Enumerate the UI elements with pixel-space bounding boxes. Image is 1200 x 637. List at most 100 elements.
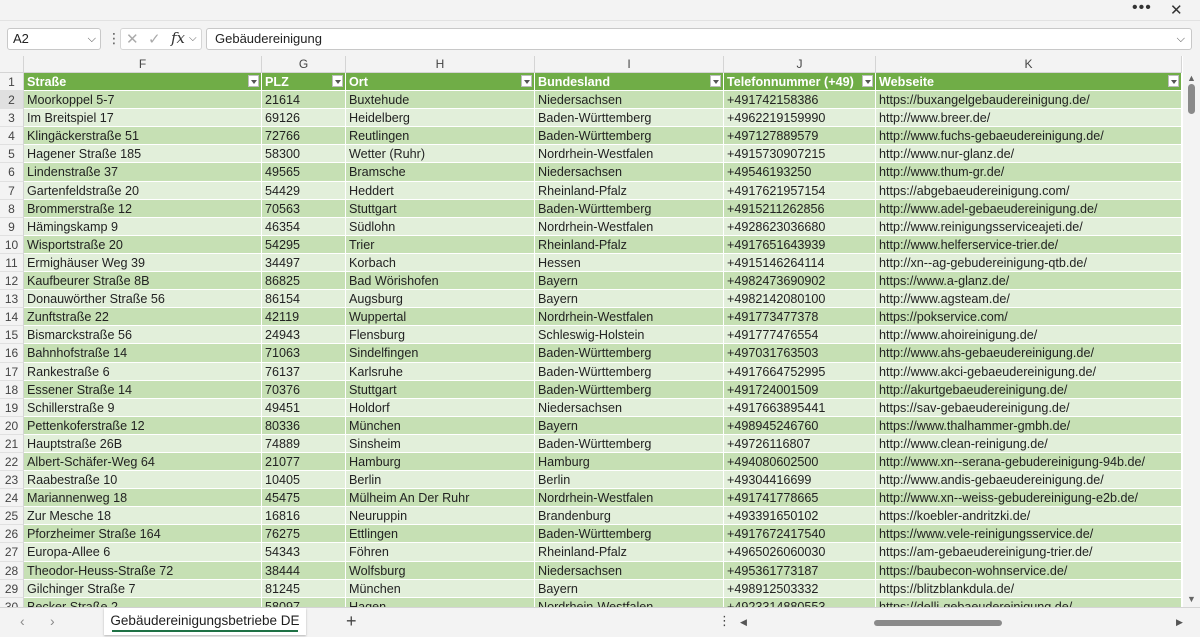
cell-website[interactable]: http://www.xn--serana-gebudereinigung-94… bbox=[876, 452, 1182, 472]
vertical-dots-icon[interactable]: ⋮ bbox=[107, 30, 121, 47]
cell-street[interactable]: Rankestraße 6 bbox=[24, 362, 262, 381]
vertical-dots-icon[interactable]: ⋮ bbox=[718, 613, 731, 629]
row-number[interactable]: 6 bbox=[0, 163, 24, 182]
cell-state[interactable]: Baden-Württemberg bbox=[535, 344, 724, 363]
cell-website[interactable]: http://www.nur-glanz.de/ bbox=[876, 145, 1182, 164]
cell-phone[interactable]: +491724001509 bbox=[724, 380, 876, 399]
cell-city[interactable]: Berlin bbox=[346, 471, 535, 490]
cell-state[interactable]: Hamburg bbox=[535, 452, 724, 472]
cell-state[interactable]: Nordrhein-Westfalen bbox=[535, 217, 724, 236]
row-number[interactable]: 28 bbox=[0, 561, 24, 580]
cell-city[interactable]: Holdorf bbox=[346, 398, 535, 417]
cell-street[interactable]: Zur Mesche 18 bbox=[24, 507, 262, 526]
confirm-icon[interactable]: ✓ bbox=[148, 30, 161, 48]
row-number[interactable]: 9 bbox=[0, 217, 24, 236]
cell-zip[interactable]: 58097 bbox=[262, 597, 346, 607]
row-number[interactable]: 7 bbox=[0, 181, 24, 200]
cell-zip[interactable]: 69126 bbox=[262, 109, 346, 128]
cell-website[interactable]: http://www.andis-gebaeudereinigung.de/ bbox=[876, 471, 1182, 490]
prev-sheet-icon[interactable]: ‹ bbox=[20, 613, 25, 629]
cell-state[interactable]: Nordrhein-Westfalen bbox=[535, 145, 724, 164]
cell-website[interactable]: http://www.breer.de/ bbox=[876, 109, 1182, 128]
cell-website[interactable]: http://www.fuchs-gebaeudereinigung.de/ bbox=[876, 127, 1182, 146]
row-number[interactable]: 17 bbox=[0, 362, 24, 381]
header-cell-phone[interactable]: Telefonnummer (+49) bbox=[724, 73, 876, 92]
cell-phone[interactable]: +4982473690902 bbox=[724, 272, 876, 291]
cell-state[interactable]: Schleswig-Holstein bbox=[535, 326, 724, 345]
row-number[interactable]: 21 bbox=[0, 434, 24, 453]
cell-website[interactable]: https://am-gebaeudereinigung-trier.de/ bbox=[876, 543, 1182, 562]
cell-street[interactable]: Brommerstraße 12 bbox=[24, 199, 262, 218]
cell-website[interactable]: https://www.thalhammer-gmbh.de/ bbox=[876, 416, 1182, 435]
cell-phone[interactable]: +4917651643939 bbox=[724, 235, 876, 254]
cell-website[interactable]: https://sav-gebaeudereinigung.de/ bbox=[876, 398, 1182, 417]
cell-street[interactable]: Albert-Schäfer-Weg 64 bbox=[24, 452, 262, 472]
cell-website[interactable]: http://www.clean-reinigung.de/ bbox=[876, 434, 1182, 453]
cell-street[interactable]: Donauwörther Straße 56 bbox=[24, 290, 262, 309]
cell-state[interactable]: Bayern bbox=[535, 416, 724, 435]
cell-street[interactable]: Hämingskamp 9 bbox=[24, 217, 262, 236]
cell-state[interactable]: Bayern bbox=[535, 579, 724, 598]
cell-city[interactable]: Korbach bbox=[346, 253, 535, 273]
cell-street[interactable]: Hauptstraße 26B bbox=[24, 434, 262, 453]
cell-street[interactable]: Pforzheimer Straße 164 bbox=[24, 525, 262, 544]
cell-state[interactable]: Nordrhein-Westfalen bbox=[535, 489, 724, 508]
row-number[interactable]: 12 bbox=[0, 272, 24, 291]
cell-city[interactable]: Südlohn bbox=[346, 217, 535, 236]
cell-state[interactable]: Baden-Württemberg bbox=[535, 127, 724, 146]
cell-website[interactable]: http://www.helferservice-trier.de/ bbox=[876, 235, 1182, 254]
cell-website[interactable]: https://buxangelgebaudereinigung.de/ bbox=[876, 91, 1182, 110]
cell-website[interactable]: http://www.ahoireinigung.de/ bbox=[876, 326, 1182, 345]
cell-phone[interactable]: +49546193250 bbox=[724, 163, 876, 182]
row-number[interactable]: 14 bbox=[0, 308, 24, 327]
horizontal-scroll-thumb[interactable] bbox=[874, 620, 1002, 626]
insert-function-icon[interactable]: fx bbox=[171, 29, 185, 47]
cell-phone[interactable]: +4917672417540 bbox=[724, 525, 876, 544]
cell-state[interactable]: Baden-Württemberg bbox=[535, 525, 724, 544]
row-number[interactable]: 8 bbox=[0, 199, 24, 218]
row-number[interactable]: 26 bbox=[0, 525, 24, 544]
cell-state[interactable]: Brandenburg bbox=[535, 507, 724, 526]
cell-phone[interactable]: +494080602500 bbox=[724, 452, 876, 472]
cell-city[interactable]: Heddert bbox=[346, 181, 535, 200]
cell-state[interactable]: Baden-Württemberg bbox=[535, 380, 724, 399]
cell-city[interactable]: Sinsheim bbox=[346, 434, 535, 453]
cell-city[interactable]: Föhren bbox=[346, 543, 535, 562]
cell-website[interactable]: https://blitzblankdula.de/ bbox=[876, 579, 1182, 598]
cell-state[interactable]: Niedersachsen bbox=[535, 561, 724, 580]
cell-city[interactable]: Sindelfingen bbox=[346, 344, 535, 363]
cell-city[interactable]: Ettlingen bbox=[346, 525, 535, 544]
cell-street[interactable]: Bahnhofstraße 14 bbox=[24, 344, 262, 363]
cell-city[interactable]: Mülheim An Der Ruhr bbox=[346, 489, 535, 508]
cell-zip[interactable]: 49451 bbox=[262, 398, 346, 417]
row-number[interactable]: 24 bbox=[0, 489, 24, 508]
cell-zip[interactable]: 70563 bbox=[262, 199, 346, 218]
row-number[interactable]: 20 bbox=[0, 416, 24, 435]
filter-dropdown-icon[interactable] bbox=[332, 75, 343, 87]
cell-state[interactable]: Rheinland-Pfalz bbox=[535, 543, 724, 562]
cell-street[interactable]: Essener Straße 14 bbox=[24, 380, 262, 399]
filter-dropdown-icon[interactable] bbox=[521, 75, 532, 87]
cell-phone[interactable]: +498912503332 bbox=[724, 579, 876, 598]
cell-city[interactable]: Wuppertal bbox=[346, 308, 535, 327]
cell-phone[interactable]: +497031763503 bbox=[724, 344, 876, 363]
cell-street[interactable]: Ermighäuser Weg 39 bbox=[24, 253, 262, 273]
cell-street[interactable]: Lindenstraße 37 bbox=[24, 163, 262, 182]
cell-website[interactable]: http://www.xn--weiss-gebudereinigung-e2b… bbox=[876, 489, 1182, 508]
cell-website[interactable]: http://www.adel-gebaeudereinigung.de/ bbox=[876, 199, 1182, 218]
cell-state[interactable]: Baden-Württemberg bbox=[535, 434, 724, 453]
cell-phone[interactable]: +491742158386 bbox=[724, 91, 876, 110]
column-header-h[interactable]: H bbox=[346, 56, 535, 73]
cell-zip[interactable]: 76275 bbox=[262, 525, 346, 544]
name-box[interactable]: A2 ⌵ bbox=[7, 28, 101, 50]
cell-website[interactable]: https://www.a-glanz.de/ bbox=[876, 272, 1182, 291]
cell-website[interactable]: http://www.reinigungsserviceajeti.de/ bbox=[876, 217, 1182, 236]
cell-street[interactable]: Wisportstraße 20 bbox=[24, 235, 262, 254]
filter-dropdown-icon[interactable] bbox=[862, 75, 873, 87]
cell-street[interactable]: Kaufbeurer Straße 8B bbox=[24, 272, 262, 291]
cell-phone[interactable]: +497127889579 bbox=[724, 127, 876, 146]
cell-street[interactable]: Pettenkoferstraße 12 bbox=[24, 416, 262, 435]
cell-street[interactable]: Gartenfeldstraße 20 bbox=[24, 181, 262, 200]
next-sheet-icon[interactable]: › bbox=[50, 613, 55, 629]
filter-dropdown-icon[interactable] bbox=[1168, 75, 1179, 87]
